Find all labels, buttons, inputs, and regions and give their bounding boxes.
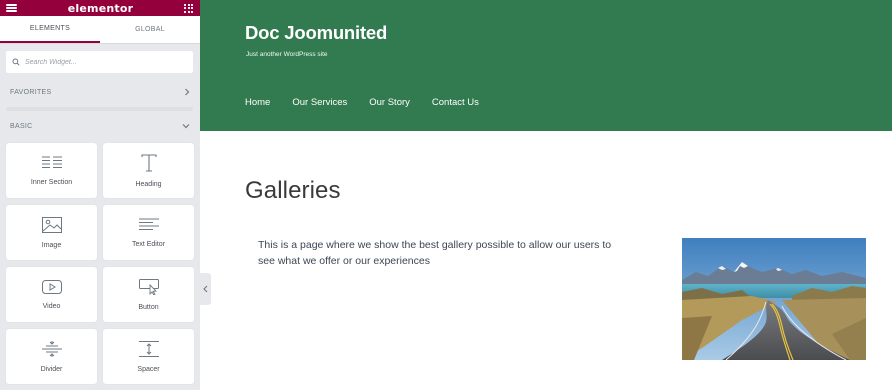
site-preview: Doc Joomunited Just another WordPress si…: [200, 0, 892, 390]
nav-item-our-story[interactable]: Our Story: [369, 97, 410, 108]
widget-heading[interactable]: Heading: [103, 143, 194, 198]
inner-section-icon: [41, 156, 62, 168]
widget-label: Image: [41, 241, 62, 249]
widgets-grid-icon[interactable]: [184, 3, 193, 13]
search-box: [6, 51, 193, 73]
widget-button[interactable]: Button: [103, 267, 194, 322]
category-favorites[interactable]: FAVORITES: [0, 77, 200, 107]
widget-spacer[interactable]: Spacer: [103, 329, 194, 384]
nav-item-home[interactable]: Home: [245, 97, 270, 108]
widget-grid: Inner Section Heading Image Text Editor: [0, 143, 200, 384]
widget-image[interactable]: Image: [6, 205, 97, 260]
tab-global[interactable]: GLOBAL: [100, 16, 200, 43]
button-icon: [138, 278, 159, 295]
nav-item-our-services[interactable]: Our Services: [292, 97, 347, 108]
site-tagline: Just another WordPress site: [246, 51, 328, 58]
text-editor-icon: [138, 218, 159, 230]
widget-label: Button: [138, 303, 159, 311]
widget-label: Spacer: [137, 365, 160, 373]
widget-text-editor[interactable]: Text Editor: [103, 205, 194, 260]
category-basic-label: BASIC: [10, 122, 33, 130]
search-widget-input[interactable]: [25, 58, 175, 66]
chevron-left-icon: [203, 285, 208, 293]
elementor-logo: elementor: [67, 1, 134, 15]
site-title[interactable]: Doc Joomunited: [245, 22, 387, 44]
category-basic[interactable]: BASIC: [0, 111, 200, 141]
category-favorites-label: FAVORITES: [10, 88, 52, 96]
widget-inner-section[interactable]: Inner Section: [6, 143, 97, 198]
widget-label: Text Editor: [131, 240, 166, 248]
page-title: Galleries: [245, 177, 341, 204]
elementor-panel: elementor ELEMENTS GLOBAL FAVORITES BASI…: [0, 0, 200, 390]
search-wrapper: [0, 44, 200, 73]
panel-collapse-button[interactable]: [200, 273, 211, 305]
image-icon: [41, 216, 62, 233]
main-navigation: Home Our Services Our Story Contact Us: [245, 97, 479, 108]
mountain-road-image: [682, 238, 866, 360]
panel-header: elementor: [0, 0, 200, 16]
spacer-icon: [138, 340, 159, 357]
widget-label: Divider: [40, 365, 63, 373]
search-icon: [12, 58, 20, 66]
chevron-down-icon: [182, 124, 190, 129]
site-header: Doc Joomunited Just another WordPress si…: [200, 0, 892, 131]
widget-label: Video: [42, 302, 61, 310]
nav-item-contact-us[interactable]: Contact Us: [432, 97, 479, 108]
divider-icon: [41, 340, 62, 357]
chevron-right-icon: [185, 88, 190, 96]
widget-divider[interactable]: Divider: [6, 329, 97, 384]
intro-paragraph: This is a page where we show the best ga…: [258, 239, 612, 267]
video-icon: [41, 279, 62, 294]
widget-label: Inner Section: [30, 178, 73, 186]
widget-label: Heading: [135, 180, 162, 188]
widget-video[interactable]: Video: [6, 267, 97, 322]
menu-icon[interactable]: [6, 4, 17, 12]
gallery-image[interactable]: [682, 238, 866, 360]
panel-tabs: ELEMENTS GLOBAL: [0, 16, 200, 44]
heading-icon: [140, 153, 157, 172]
tab-elements[interactable]: ELEMENTS: [0, 16, 100, 43]
